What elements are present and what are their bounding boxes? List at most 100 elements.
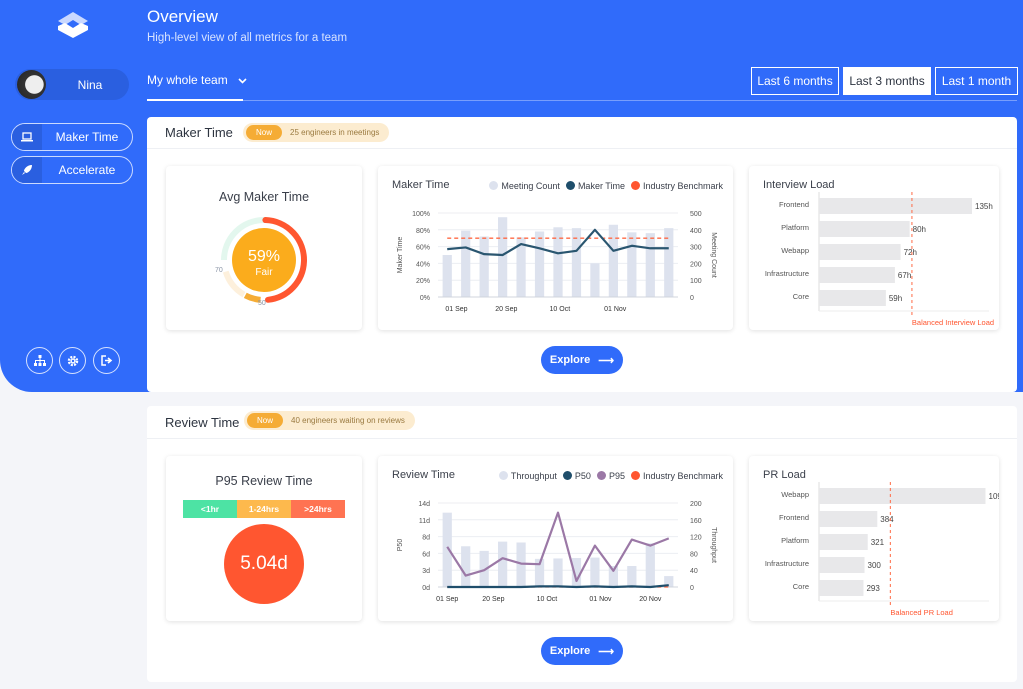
y2-tick-label: 100 — [690, 278, 702, 285]
y2-tick-label: 300 — [690, 245, 702, 252]
bar — [461, 230, 471, 297]
page-title: Overview — [147, 7, 218, 26]
y-axis-label: P50 — [397, 539, 404, 552]
category-label: Platform — [781, 223, 809, 232]
sidebar-item-accelerate[interactable]: Accelerate — [11, 156, 133, 184]
bar-value-label: 300 — [868, 561, 882, 570]
interview-load-chart: Frontend 135h Platform 80h Webapp 72h Infrastr… — [765, 192, 994, 327]
x-tick-label: 01 Sep — [445, 306, 467, 313]
gear-icon[interactable] — [59, 347, 86, 374]
rocket-icon — [12, 157, 42, 183]
gauge-label-high: 70 — [215, 267, 223, 274]
bar-value-label: 293 — [866, 584, 880, 593]
bar — [645, 233, 655, 297]
y-tick-label: 60% — [416, 245, 430, 252]
status-badge: Now 25 engineers in meetings — [243, 123, 390, 142]
category-label: Core — [793, 292, 809, 301]
arrow-right-icon: ⟶ — [598, 354, 615, 367]
review-time-chart-card: Review Time Throughput P50 P95 Industry … — [378, 456, 733, 621]
category-label: Webapp — [781, 490, 809, 499]
category-label: Infrastructure — [765, 559, 809, 568]
y-axis-label: Maker Time — [397, 237, 404, 274]
section-title: Maker Time — [165, 125, 233, 140]
category-label: Frontend — [779, 513, 809, 522]
y-tick-label: 100% — [412, 211, 430, 218]
y2-tick-label: 200 — [690, 501, 702, 508]
page-subtitle: High-level view of all metrics for a tea… — [147, 32, 348, 44]
bar — [498, 217, 508, 297]
y-tick-label: 8d — [422, 535, 430, 542]
category-label: Webapp — [781, 246, 809, 255]
y-tick-label: 14d — [418, 501, 430, 508]
p95-scale: <1hr 1-24hrs >24hrs — [183, 500, 345, 518]
y-tick-label: 0d — [422, 585, 430, 592]
y2-tick-label: 0 — [690, 585, 694, 592]
p95-review-time-card: P95 Review Time <1hr 1-24hrs >24hrs 5.04… — [166, 456, 362, 621]
bar-value-label: 1097 — [989, 492, 999, 501]
bar — [819, 198, 972, 214]
y-tick-label: 80% — [416, 228, 430, 235]
bar — [553, 558, 563, 587]
card-title: P95 Review Time — [215, 474, 313, 488]
bar-value-label: 135h — [975, 202, 993, 211]
sign-out-icon[interactable] — [93, 347, 120, 374]
user-name: Nina — [77, 78, 103, 92]
pr-load-chart: Webapp 1097 Frontend 384 Platform 321 Infrastr… — [765, 482, 999, 617]
y2-tick-label: 200 — [690, 261, 702, 268]
bar — [479, 236, 489, 297]
y2-axis-label: Throughput — [710, 527, 717, 563]
explore-review-time-button[interactable]: Explore ⟶ — [541, 637, 623, 665]
explore-maker-time-button[interactable]: Explore ⟶ — [541, 346, 623, 374]
divider — [147, 100, 1017, 101]
p95-value: 5.04d — [224, 524, 304, 604]
range-last-1-month[interactable]: Last 1 month — [935, 67, 1018, 95]
gauge-rating: Fair — [255, 267, 273, 278]
range-last-6-months[interactable]: Last 6 months — [751, 67, 839, 95]
bar — [590, 557, 600, 587]
category-label: Infrastructure — [765, 269, 809, 278]
arrow-right-icon: ⟶ — [598, 645, 615, 658]
bar — [819, 534, 868, 550]
bar-value-label: 80h — [913, 225, 926, 234]
bar — [498, 541, 508, 587]
bar — [442, 255, 452, 297]
y2-tick-label: 80 — [690, 551, 698, 558]
divider — [147, 148, 1017, 149]
divider — [147, 438, 1017, 439]
avatar — [17, 70, 46, 99]
app-logo — [58, 12, 88, 38]
sitemap-icon[interactable] — [26, 347, 53, 374]
range-last-3-months[interactable]: Last 3 months — [843, 67, 931, 95]
gauge-label-low: 50 — [258, 300, 266, 307]
y-tick-label: 20% — [416, 278, 430, 285]
sidebar-item-label: Accelerate — [58, 163, 116, 177]
y2-tick-label: 160 — [690, 518, 702, 525]
maker-time-section: Maker Time Now 25 engineers in meetings A… — [147, 117, 1017, 392]
bar — [819, 290, 886, 306]
y2-axis-label: Meeting Count — [710, 232, 717, 278]
now-tag: Now — [247, 413, 284, 428]
sidebar-item-maker-time[interactable]: Maker Time — [11, 123, 133, 151]
user-profile-button[interactable]: Nina — [15, 69, 129, 100]
x-tick-label: 10 Oct — [550, 306, 571, 313]
y2-tick-label: 40 — [690, 568, 698, 575]
x-tick-label: 01 Nov — [589, 596, 612, 603]
bar — [608, 224, 618, 297]
scale-under-1hr: <1hr — [183, 500, 237, 518]
gauge-value: 59% — [247, 248, 281, 265]
team-select[interactable]: My whole team — [147, 73, 247, 87]
maker-time-chart: 0% 0 20% 100 40% 200 60% 300 80% 400 100% 500 Maker … — [397, 211, 717, 313]
scale-1-24hrs: 1-24hrs — [237, 500, 291, 518]
bar — [627, 232, 637, 297]
section-title: Review Time — [165, 415, 240, 430]
y2-tick-label: 500 — [690, 211, 702, 218]
y-tick-label: 11d — [419, 518, 430, 525]
y-tick-label: 40% — [416, 261, 430, 268]
now-tag: Now — [246, 125, 283, 140]
x-tick-label: 01 Nov — [604, 306, 627, 313]
category-label: Core — [793, 582, 809, 591]
badge-text: 25 engineers in meetings — [290, 128, 380, 137]
avg-maker-time-card: Avg Maker Time 59% Fair 70 50 — [166, 166, 362, 330]
x-tick-label: 10 Oct — [537, 596, 558, 603]
badge-text: 40 engineers waiting on reviews — [291, 416, 405, 425]
